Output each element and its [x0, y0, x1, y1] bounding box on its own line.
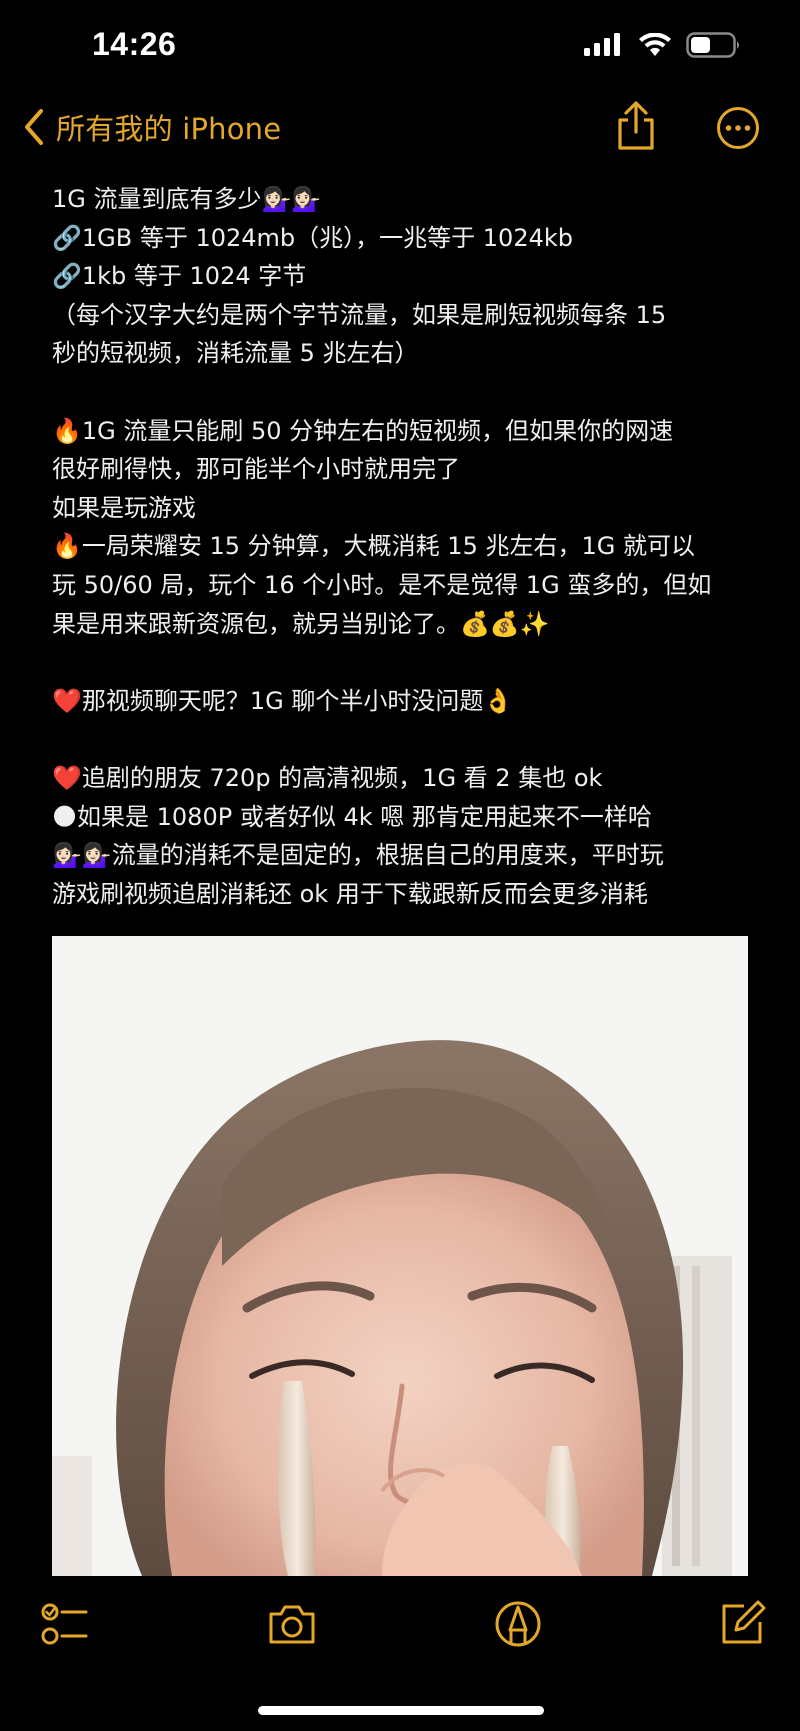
note-text-line: 💁🏻‍♀️💁🏻‍♀️流量的消耗不是固定的，根据自己的用度来，平时玩	[52, 841, 664, 870]
note-text-line: 玩 50/60 局，玩个 16 个小时。是不是觉得 1G 蛮多的，但如	[52, 570, 712, 599]
crying-woman-photo	[52, 936, 748, 1576]
note-text-line: 🌑如果是 1080P 或者好似 4k 嗯 那肯定用起来不一样哈	[52, 802, 652, 831]
status-bar: 14:26	[0, 0, 800, 96]
note-text-line: 如果是玩游戏	[52, 493, 196, 522]
share-icon	[618, 101, 654, 150]
note-body[interactable]: 1G 流量到底有多少💁🏻‍♀️💁🏻‍♀️ 🔗1GB 等于 1024mb（兆），一兆…	[52, 180, 752, 913]
back-label: 所有我的 iPhone	[56, 112, 282, 146]
note-text-line: 游戏刷视频追剧消耗还 ok 用于下载跟新反而会更多消耗	[52, 879, 648, 908]
checklist-icon	[41, 1603, 88, 1645]
share-button[interactable]	[612, 100, 660, 152]
compose-icon	[722, 1600, 766, 1644]
note-text-line: 🔥一局荣耀安 15 分钟算，大概消耗 15 兆左右，1G 就可以	[52, 532, 695, 561]
note-image-crying-woman[interactable]	[52, 936, 748, 1576]
note-text-line: 🔥1G 流量只能刷 50 分钟左右的短视频，但如果你的网速	[52, 416, 674, 445]
note-text-line: 1G 流量到底有多少💁🏻‍♀️💁🏻‍♀️	[52, 185, 322, 213]
navigation-bar: 所有我的 iPhone	[0, 96, 800, 164]
more-options-button[interactable]	[716, 106, 760, 150]
chevron-left-icon	[25, 109, 43, 145]
status-icons	[584, 32, 742, 58]
back-button[interactable]: 所有我的 iPhone	[22, 106, 281, 148]
note-blank-line	[52, 643, 752, 682]
note-text-line: ❤️那视频聊天呢？1G 聊个半小时没问题👌	[52, 686, 514, 715]
note-text-line: 🔗1GB 等于 1024mb（兆），一兆等于 1024kb	[52, 223, 574, 252]
note-text-line: （每个汉字大约是两个字节流量，如果是刷短视频每条 15	[52, 300, 667, 329]
note-text-line: 果是用来跟新资源包，就另当别论了。💰💰✨	[52, 609, 550, 638]
note-text-line: 🔗1kb 等于 1024 字节	[52, 262, 307, 291]
cellular-signal-icon	[584, 33, 620, 56]
wifi-icon	[639, 33, 671, 56]
status-time: 14:26	[92, 26, 177, 62]
battery-icon	[686, 32, 739, 58]
home-indicator[interactable]	[258, 1706, 544, 1715]
markup-pen-icon	[495, 1601, 541, 1647]
compose-button[interactable]	[716, 1598, 768, 1650]
note-blank-line	[52, 720, 752, 759]
ellipsis-circle-icon	[717, 107, 759, 149]
note-text-line: ❤️追剧的朋友 720p 的高清视频，1G 看 2 集也 ok	[52, 763, 603, 792]
camera-button[interactable]	[266, 1598, 318, 1650]
note-blank-line	[52, 373, 752, 412]
markup-button[interactable]	[492, 1598, 544, 1650]
note-text-line: 很好刷得快，那可能半个小时就用完了	[52, 455, 460, 484]
bottom-toolbar	[0, 1576, 800, 1731]
checklist-button[interactable]	[40, 1598, 92, 1650]
camera-icon	[269, 1605, 315, 1644]
note-text-line: 秒的短视频，消耗流量 5 兆左右）	[52, 339, 419, 368]
